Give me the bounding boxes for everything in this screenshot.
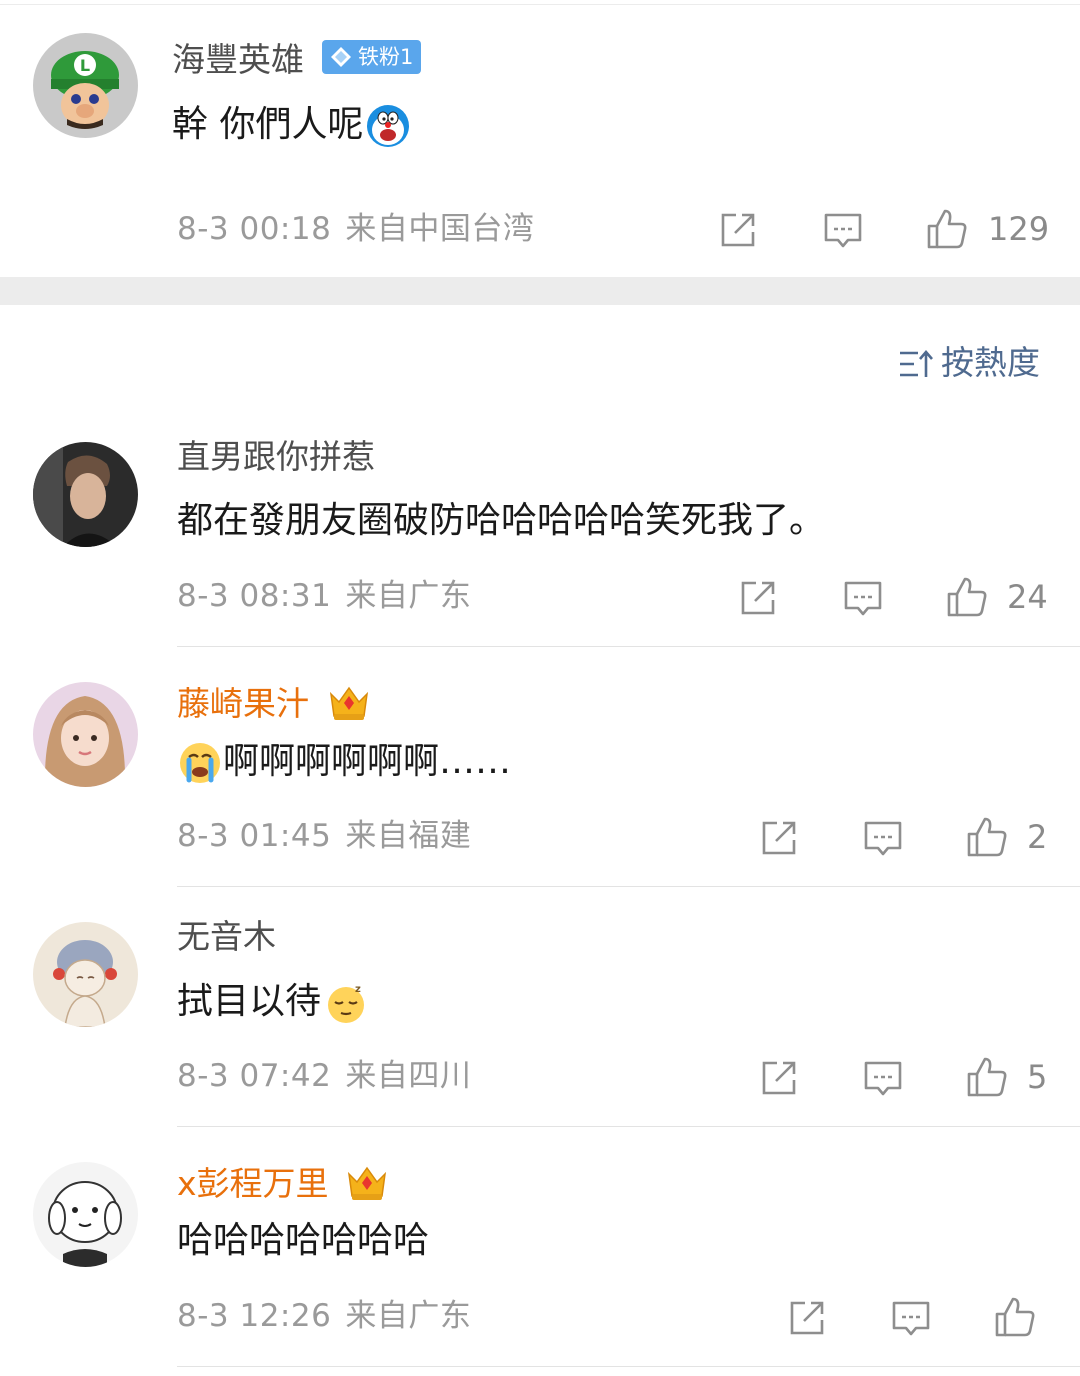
share-icon <box>790 1301 824 1335</box>
timestamp: 8-3 00:18 <box>177 211 332 247</box>
location: 来自中国台湾 <box>345 211 535 247</box>
avatar[interactable] <box>33 442 138 547</box>
comment-divider <box>177 1126 1080 1127</box>
share-icon <box>741 581 775 615</box>
section-separator <box>0 277 1080 305</box>
reply-button[interactable] <box>861 1056 905 1100</box>
sleepy-emoji-icon: z <box>323 980 369 1026</box>
timestamp: 8-3 12:26 <box>177 1298 332 1334</box>
comment-meta: 8-3 08:31 来自广东 <box>177 577 485 615</box>
reply-button[interactable] <box>861 816 905 860</box>
comment-divider <box>177 1366 1080 1367</box>
vip-crown-icon[interactable] <box>345 1160 389 1204</box>
location: 来自广东 <box>345 1298 472 1334</box>
avatar[interactable] <box>33 922 138 1027</box>
comment-text: 拭目以待 z <box>177 980 369 1026</box>
like-button[interactable] <box>945 575 989 619</box>
sort-icon <box>900 350 933 377</box>
diamond-icon <box>331 47 351 67</box>
top-divider <box>0 4 1080 5</box>
like-count: 5 <box>1027 1058 1048 1096</box>
location: 来自广东 <box>345 578 472 614</box>
svg-text:z: z <box>355 984 361 995</box>
share-button[interactable] <box>785 1296 829 1340</box>
share-icon <box>721 213 755 247</box>
doraemon-emoji-icon <box>365 103 411 149</box>
timestamp: 8-3 07:42 <box>177 1058 332 1094</box>
share-button[interactable] <box>757 816 801 860</box>
share-button[interactable] <box>757 1056 801 1100</box>
location: 来自四川 <box>345 1058 472 1094</box>
timestamp: 8-3 01:45 <box>177 818 332 854</box>
like-button[interactable] <box>993 1295 1037 1339</box>
fan-badge[interactable]: 铁粉1 <box>322 40 422 74</box>
avatar[interactable]: L <box>33 33 138 138</box>
comment-icon <box>864 821 902 856</box>
thumbs-up-icon <box>967 1057 1007 1097</box>
reply-button[interactable] <box>841 576 885 620</box>
thumbs-up-icon <box>995 1297 1035 1337</box>
comment-text: 幹 你們人呢 <box>172 103 411 149</box>
crying-emoji-icon <box>177 740 223 786</box>
comment-divider <box>177 886 1080 887</box>
comment-meta: 8-3 12:26 来自广东 <box>177 1297 485 1335</box>
username[interactable]: 海豐英雄 <box>172 40 304 80</box>
like-button[interactable] <box>925 207 969 251</box>
reply-button[interactable] <box>821 208 865 252</box>
share-button[interactable] <box>716 208 760 252</box>
badge-label: 铁粉1 <box>358 45 414 69</box>
share-icon <box>762 821 796 855</box>
username[interactable]: 藤崎果汁 <box>177 684 309 724</box>
comment-text: 哈哈哈哈哈哈哈 <box>177 1220 430 1261</box>
thumbs-up-icon <box>947 577 987 617</box>
like-button[interactable] <box>965 1055 1009 1099</box>
like-count: 24 <box>1007 578 1048 616</box>
avatar[interactable] <box>33 1162 138 1267</box>
comment-meta: 8-3 07:42 来自四川 <box>177 1057 485 1095</box>
comment-icon <box>844 581 882 616</box>
sort-label: 按熱度 <box>941 343 1040 382</box>
comment-icon <box>864 1061 902 1096</box>
comment-meta: 8-3 00:18 来自中国台湾 <box>177 210 548 248</box>
location: 来自福建 <box>345 818 472 854</box>
avatar[interactable] <box>33 682 138 787</box>
reply-button[interactable] <box>889 1296 933 1340</box>
thumbs-up-icon <box>967 817 1007 857</box>
share-button[interactable] <box>736 576 780 620</box>
username[interactable]: x彭程万里 <box>177 1164 329 1204</box>
thumbs-up-icon <box>927 209 967 249</box>
like-count: 2 <box>1027 818 1048 856</box>
comment-text: 啊啊啊啊啊啊…… <box>177 740 511 786</box>
username[interactable]: 无音木 <box>177 917 276 957</box>
comment-text: 都在發朋友圈破防哈哈哈哈哈笑死我了。 <box>177 500 826 541</box>
svg-text:L: L <box>80 56 90 75</box>
username[interactable]: 直男跟你拼惹 <box>177 437 375 477</box>
share-icon <box>762 1061 796 1095</box>
vip-crown-icon[interactable] <box>327 680 371 724</box>
like-button[interactable] <box>965 815 1009 859</box>
comment-meta: 8-3 01:45 来自福建 <box>177 817 485 855</box>
comment-divider <box>177 646 1080 647</box>
comment-icon <box>824 213 862 248</box>
comment-icon <box>892 1301 930 1336</box>
timestamp: 8-3 08:31 <box>177 578 332 614</box>
like-count: 129 <box>988 210 1050 248</box>
